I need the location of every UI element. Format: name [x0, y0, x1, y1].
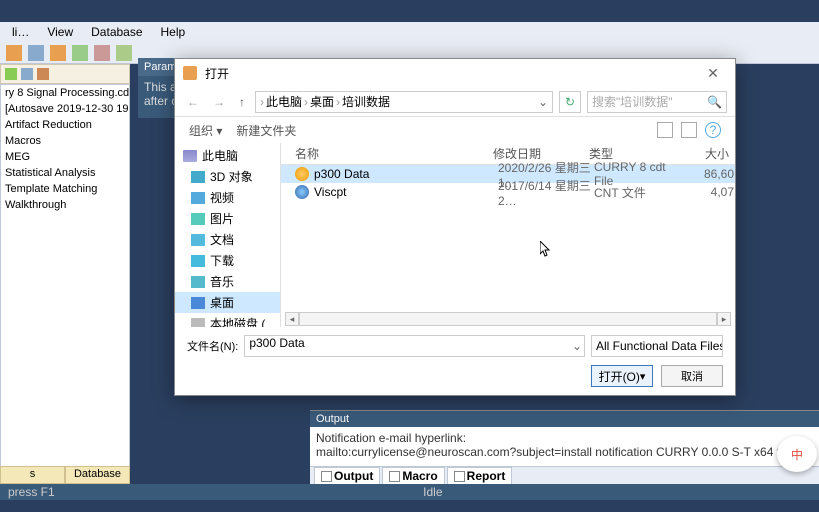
tree-item[interactable]: 3D 对象 — [175, 166, 280, 187]
sidebar-item[interactable]: Macros — [1, 133, 129, 149]
scroll-left-icon[interactable]: ◂ — [285, 312, 299, 326]
workspace-sidebar: ry 8 Signal Processing.cdb [Autosave 201… — [0, 84, 130, 472]
sidebar-item[interactable]: [Autosave 2019-12-30 19:33:10] — [1, 101, 129, 117]
tree-item[interactable]: 本地磁盘 ( — [175, 313, 280, 327]
status-bar: press F1 Idle — [0, 484, 819, 500]
file-open-dialog: 打开 ✕ ← → ↑ › 此电脑 › 桌面 › 培训数据 ⌄ ↻ 搜索"培训数据… — [174, 58, 736, 396]
toolbar-icon[interactable] — [6, 45, 22, 61]
folder-tree: 此电脑 3D 对象 视频 图片 文档 下载 音乐 桌面 本地磁盘 ( 软件 (D… — [175, 143, 281, 327]
filename-label: 文件名(N): — [187, 338, 238, 354]
tab-report[interactable]: Report — [447, 467, 513, 485]
menu-item-help[interactable]: Help — [153, 23, 194, 41]
tab-database[interactable]: Database — [65, 466, 130, 484]
output-line: mailto:currylicense@neuroscan.com?subjec… — [316, 445, 813, 459]
view-icon[interactable] — [657, 122, 673, 138]
view-icon[interactable] — [681, 122, 697, 138]
toolbar-icon[interactable] — [94, 45, 110, 61]
tree-this-pc[interactable]: 此电脑 — [175, 145, 280, 166]
dialog-nav: ← → ↑ › 此电脑 › 桌面 › 培训数据 ⌄ ↻ 搜索"培训数据" 🔍 — [175, 87, 735, 117]
toolbar-icon[interactable] — [5, 68, 17, 80]
toolbar-icon[interactable] — [21, 68, 33, 80]
dialog-titlebar: 打开 ✕ — [175, 59, 735, 87]
output-title: Output — [310, 411, 819, 427]
tree-item[interactable]: 音乐 — [175, 271, 280, 292]
tree-item[interactable]: 下载 — [175, 250, 280, 271]
toolbar-icon[interactable] — [37, 68, 49, 80]
dialog-toolbar: 组织 ▾ 新建文件夹 ? — [175, 117, 735, 143]
sidebar-toolbar — [0, 64, 130, 84]
close-button[interactable]: ✕ — [699, 65, 727, 82]
chevron-down-icon[interactable]: ⌄ — [572, 339, 582, 353]
file-filter-select[interactable]: All Functional Data Files (*… ⌄ — [591, 335, 723, 357]
menu-bar: li… View Database Help — [0, 22, 819, 42]
up-icon[interactable]: ↑ — [235, 93, 249, 111]
ime-bubble[interactable]: 中 — [777, 436, 817, 472]
output-line: Notification e-mail hyperlink: — [316, 431, 813, 445]
chevron-down-icon[interactable]: ⌄ — [538, 95, 548, 109]
menu-item-database[interactable]: Database — [83, 23, 150, 41]
cancel-button[interactable]: 取消 — [661, 365, 723, 387]
tab[interactable]: s — [0, 466, 65, 484]
tab-output[interactable]: Output — [314, 467, 380, 485]
help-icon[interactable]: ? — [705, 122, 721, 138]
search-icon: 🔍 — [707, 95, 722, 109]
file-icon — [295, 167, 309, 181]
output-panel: Output Notification e-mail hyperlink: ma… — [310, 410, 819, 484]
search-input[interactable]: 搜索"培训数据" 🔍 — [587, 91, 727, 113]
file-icon — [295, 185, 309, 199]
sidebar-item[interactable]: Statistical Analysis — [1, 165, 129, 181]
sidebar-item[interactable]: MEG — [1, 149, 129, 165]
breadcrumb[interactable]: › 此电脑 › 桌面 › 培训数据 ⌄ — [255, 91, 553, 113]
organize-menu[interactable]: 组织 ▾ — [189, 122, 222, 139]
filename-input[interactable]: p300 Data ⌄ — [244, 335, 585, 357]
menu-item[interactable]: li… — [4, 23, 37, 41]
toolbar-icon[interactable] — [28, 45, 44, 61]
refresh-icon[interactable]: ↻ — [559, 91, 581, 113]
tree-desktop[interactable]: 桌面 — [175, 292, 280, 313]
sidebar-item[interactable]: Walkthrough — [1, 197, 129, 213]
horizontal-scrollbar[interactable]: ◂ ▸ — [285, 311, 731, 327]
back-icon[interactable]: ← — [183, 93, 203, 111]
file-row[interactable]: Viscpt 2017/6/14 星期三 2… CNT 文件 4,07 — [281, 183, 735, 201]
open-button[interactable]: 打开(O) ▾ — [591, 365, 653, 387]
forward-icon[interactable]: → — [209, 93, 229, 111]
tab-macro[interactable]: Macro — [382, 467, 444, 485]
sidebar-item[interactable]: Artifact Reduction — [1, 117, 129, 133]
dialog-icon — [183, 66, 197, 80]
sidebar-bottom-tabs: s Database — [0, 466, 130, 484]
file-list: 名称 修改日期 类型 大小 p300 Data 2020/2/26 星期三 1…… — [281, 143, 735, 327]
new-folder-button[interactable]: 新建文件夹 — [236, 122, 296, 139]
sidebar-item[interactable]: ry 8 Signal Processing.cdb — [1, 85, 129, 101]
toolbar-icon[interactable] — [116, 45, 132, 61]
status-idle: Idle — [423, 485, 442, 499]
breadcrumb-item[interactable]: 桌面 — [310, 93, 334, 110]
col-name[interactable]: 名称 — [295, 145, 493, 162]
tree-item[interactable]: 图片 — [175, 208, 280, 229]
breadcrumb-item[interactable]: 此电脑 — [266, 93, 302, 110]
status-hint: press F1 — [8, 485, 55, 499]
toolbar-icon[interactable] — [50, 45, 66, 61]
col-size[interactable]: 大小 — [681, 145, 729, 162]
dialog-title: 打开 — [201, 65, 699, 82]
output-tabs: Output Macro Report — [310, 466, 819, 484]
scroll-right-icon[interactable]: ▸ — [717, 312, 731, 326]
tree-item[interactable]: 文档 — [175, 229, 280, 250]
dialog-bottom: 文件名(N): p300 Data ⌄ All Functional Data … — [175, 327, 735, 395]
menu-item-view[interactable]: View — [39, 23, 81, 41]
sidebar-item[interactable]: Template Matching — [1, 181, 129, 197]
breadcrumb-item[interactable]: 培训数据 — [342, 93, 390, 110]
tree-item[interactable]: 视频 — [175, 187, 280, 208]
toolbar-icon[interactable] — [72, 45, 88, 61]
